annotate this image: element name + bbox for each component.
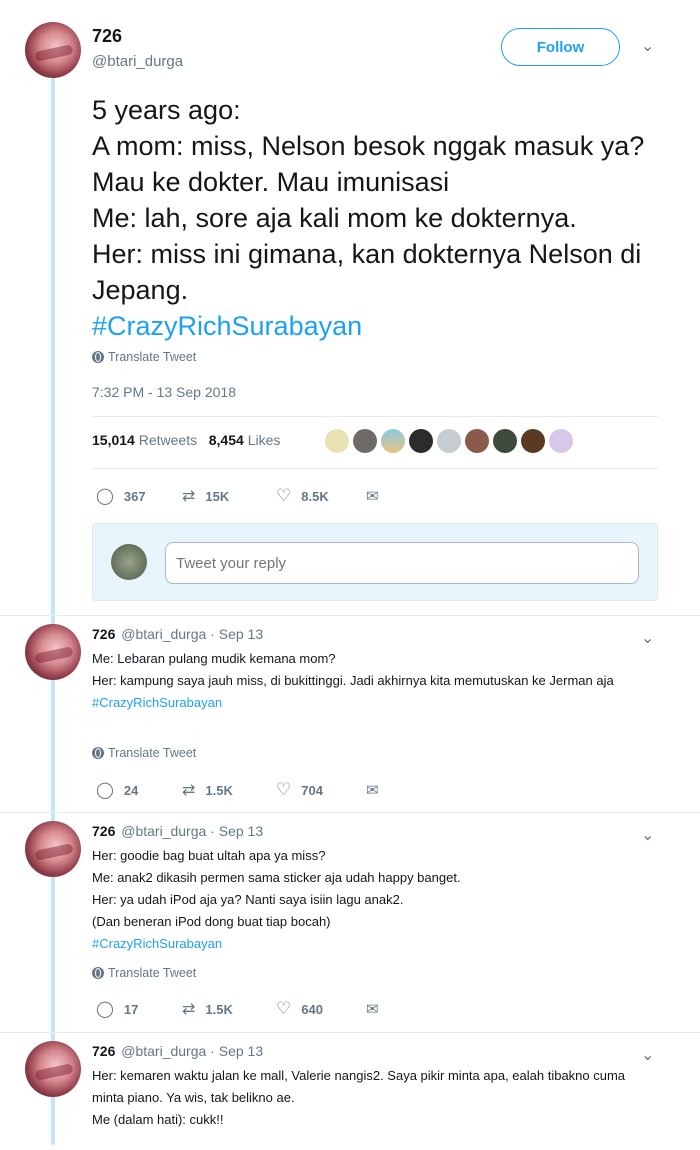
retweet-icon: ⇄	[182, 1001, 196, 1018]
reply-header: 726 @btari_durga · Sep 13	[92, 1043, 263, 1059]
avatar[interactable]	[25, 22, 81, 78]
heart-icon: ♡	[276, 486, 292, 505]
like-action[interactable]: ♡ 640	[276, 999, 366, 1019]
reply-icon: ◯	[96, 782, 114, 799]
avatar[interactable]	[437, 429, 461, 453]
envelope-icon: ✉	[366, 782, 379, 799]
heart-icon: ♡	[276, 999, 292, 1018]
translate-tweet[interactable]: Translate Tweet	[92, 746, 196, 760]
user-name[interactable]: 726	[92, 26, 183, 47]
reply-action[interactable]: ◯ 24	[96, 780, 182, 800]
reply-header: 726 @btari_durga · Sep 13	[92, 823, 263, 839]
reply-text: Her: goodie bag buat ultah apa ya miss? …	[92, 848, 461, 951]
retweets-label[interactable]: Retweets	[139, 432, 197, 448]
chevron-down-icon[interactable]: ⌄	[641, 36, 654, 56]
user-handle[interactable]: @btari_durga	[92, 53, 183, 70]
likes-count[interactable]: 8,454	[209, 432, 244, 448]
like-action[interactable]: ♡ 704	[276, 780, 366, 800]
reply-header: 726 @btari_durga · Sep 13	[92, 626, 263, 642]
tweet-text: 5 years ago: A mom: miss, Nelson besok n…	[92, 92, 677, 344]
avatar[interactable]	[25, 1041, 81, 1097]
tweet-actions: ◯ 17 ⇄ 1.5K ♡ 640 ✉	[96, 999, 379, 1019]
tweet-stats: 15,014 Retweets 8,454 Likes	[92, 432, 280, 448]
follow-button[interactable]: Follow	[501, 28, 620, 66]
like-action[interactable]: ♡ 8.5K	[276, 486, 366, 506]
avatar[interactable]	[381, 429, 405, 453]
envelope-icon: ✉	[366, 488, 379, 505]
avatar[interactable]	[493, 429, 517, 453]
avatar[interactable]	[409, 429, 433, 453]
reply-meta[interactable]: @btari_durga · Sep 13	[121, 823, 263, 839]
liker-avatars	[325, 429, 573, 453]
user-name[interactable]: 726	[92, 1043, 115, 1059]
tweet-actions: ◯ 24 ⇄ 1.5K ♡ 704 ✉	[96, 780, 379, 800]
globe-icon	[92, 967, 104, 979]
retweet-action[interactable]: ⇄ 1.5K	[182, 780, 276, 800]
reply-tweet[interactable]: 726 @btari_durga · Sep 13 ⌄ Her: goodie …	[0, 821, 700, 1031]
likes-label[interactable]: Likes	[248, 432, 281, 448]
envelope-icon: ✉	[366, 1001, 379, 1018]
retweet-icon: ⇄	[182, 488, 196, 505]
globe-icon	[92, 747, 104, 759]
retweet-icon: ⇄	[182, 782, 196, 799]
reply-tweet[interactable]: 726 @btari_durga · Sep 13 ⌄ Me: Lebaran …	[0, 624, 700, 814]
hashtag-link[interactable]: #CrazyRichSurabayan	[92, 936, 222, 951]
divider	[0, 615, 700, 616]
reply-action[interactable]: ◯ 17	[96, 999, 182, 1019]
translate-label: Translate Tweet	[108, 350, 197, 364]
avatar[interactable]	[325, 429, 349, 453]
chevron-down-icon[interactable]: ⌄	[641, 825, 654, 845]
reply-action[interactable]: ◯ 367	[96, 486, 182, 506]
dm-action[interactable]: ✉	[366, 781, 379, 799]
translate-tweet[interactable]: Translate Tweet	[92, 350, 196, 364]
avatar[interactable]	[521, 429, 545, 453]
reply-text: Me: Lebaran pulang mudik kemana mom? Her…	[92, 651, 614, 710]
divider	[0, 1032, 700, 1033]
retweet-action[interactable]: ⇄ 15K	[182, 486, 276, 506]
divider	[0, 812, 700, 813]
tweet-actions: ◯ 367 ⇄ 15K ♡ 8.5K ✉	[96, 486, 379, 506]
reply-composer	[92, 523, 658, 601]
reply-input[interactable]	[165, 542, 639, 584]
dm-action[interactable]: ✉	[366, 1000, 379, 1018]
chevron-down-icon[interactable]: ⌄	[641, 628, 654, 648]
tweet-header: 726 @btari_durga	[92, 26, 183, 70]
avatar[interactable]	[25, 821, 81, 877]
divider	[92, 468, 658, 469]
reply-meta[interactable]: @btari_durga · Sep 13	[121, 1043, 263, 1059]
user-name[interactable]: 726	[92, 823, 115, 839]
tweet-body: 5 years ago: A mom: miss, Nelson besok n…	[92, 95, 645, 305]
reply-tweet[interactable]: 726 @btari_durga · Sep 13 ⌄ Her: kemaren…	[0, 1041, 700, 1146]
hashtag-link[interactable]: #CrazyRichSurabayan	[92, 311, 362, 341]
divider	[92, 416, 658, 417]
avatar[interactable]	[25, 624, 81, 680]
avatar[interactable]	[549, 429, 573, 453]
avatar[interactable]	[465, 429, 489, 453]
dm-action[interactable]: ✉	[366, 487, 379, 505]
globe-icon	[92, 351, 104, 363]
avatar	[111, 544, 147, 580]
translate-tweet[interactable]: Translate Tweet	[92, 966, 196, 980]
chevron-down-icon[interactable]: ⌄	[641, 1045, 654, 1065]
reply-meta[interactable]: @btari_durga · Sep 13	[121, 626, 263, 642]
reply-icon: ◯	[96, 1001, 114, 1018]
retweets-count[interactable]: 15,014	[92, 432, 135, 448]
avatar[interactable]	[353, 429, 377, 453]
user-name[interactable]: 726	[92, 626, 115, 642]
tweet-timestamp[interactable]: 7:32 PM - 13 Sep 2018	[92, 384, 236, 400]
hashtag-link[interactable]: #CrazyRichSurabayan	[92, 695, 222, 710]
heart-icon: ♡	[276, 780, 292, 799]
retweet-action[interactable]: ⇄ 1.5K	[182, 999, 276, 1019]
reply-icon: ◯	[96, 488, 114, 505]
reply-text: Her: kemaren waktu jalan ke mall, Valeri…	[92, 1068, 626, 1127]
